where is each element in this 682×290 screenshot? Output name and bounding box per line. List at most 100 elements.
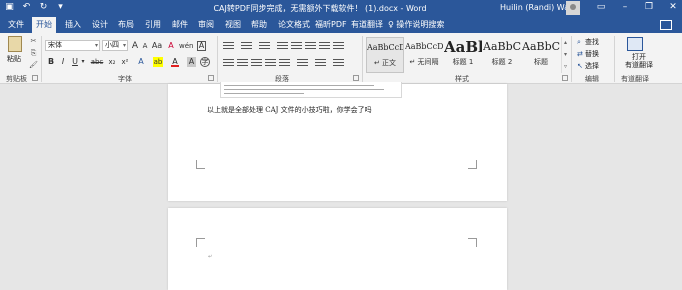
restore-icon[interactable]: ❐ (644, 2, 654, 13)
customize-qat-icon[interactable]: ▾ (55, 2, 66, 13)
tab-insert[interactable]: 插入 (61, 17, 85, 33)
align-left-icon[interactable] (223, 57, 234, 66)
tab-file[interactable]: 文件 (4, 17, 28, 33)
underline-button[interactable]: U (71, 57, 79, 67)
document-title: CAJ转PDF同步完成，无需额外下载软件！ (1).docx - Word (213, 4, 427, 13)
tab-thesis-format[interactable]: 论文格式 (274, 17, 314, 33)
superscript-button[interactable]: x² (120, 57, 130, 67)
find-button[interactable]: ⌕ 查找 (577, 37, 599, 47)
select-button[interactable]: ↖ 选择 (577, 61, 599, 71)
styles-gallery-scroll[interactable]: ▴ ▾ ▿ (561, 37, 569, 73)
chinese-layout-icon[interactable] (305, 40, 316, 49)
group-label-clipboard: 剪贴板 (6, 75, 27, 83)
format-painter-icon[interactable]: 🖌 (29, 61, 38, 69)
style-heading-1[interactable]: AaBl 标题 1 (444, 37, 482, 73)
text-effects-button[interactable]: A (137, 57, 145, 67)
paste-label[interactable]: 粘贴 (7, 54, 21, 64)
style-normal[interactable]: AaBbCcDc ↵ 正文 (366, 37, 404, 73)
document-page[interactable]: ↵ (168, 208, 507, 290)
replace-button[interactable]: ⇄ 替换 (577, 49, 599, 59)
phonetic-guide-button[interactable]: wén (179, 41, 193, 51)
tab-mailings[interactable]: 邮件 (168, 17, 192, 33)
increase-indent-icon[interactable] (291, 40, 302, 49)
style-sample: AaBbCcDc (367, 43, 403, 52)
align-center-icon[interactable] (237, 57, 248, 66)
embedded-image[interactable] (220, 82, 402, 98)
character-border-button[interactable]: A (197, 41, 206, 51)
group-separator (41, 36, 42, 82)
tell-me-search[interactable]: ♀ 操作说明搜索 (388, 17, 444, 33)
avatar[interactable] (566, 1, 580, 15)
style-no-spacing[interactable]: AaBbCcDc ↵ 无间隔 (405, 37, 443, 73)
chevron-down-icon[interactable]: ▾ (80, 57, 86, 67)
image-text-line (224, 89, 384, 90)
italic-button[interactable]: I (59, 57, 67, 67)
tab-references[interactable]: 引用 (141, 17, 165, 33)
tab-foxit-pdf[interactable]: 福昕PDF (311, 17, 351, 33)
document-page[interactable]: 以上就是全部处理 CAJ 文件的小技巧啦，你学会了吗 (168, 82, 507, 201)
character-shading-button[interactable]: A (187, 57, 196, 67)
tab-home[interactable]: 开始 (32, 17, 56, 33)
change-case-button[interactable]: Aa (151, 41, 163, 51)
style-heading-2[interactable]: AaBbC 标题 2 (483, 37, 521, 73)
document-canvas[interactable]: 以上就是全部处理 CAJ 文件的小技巧啦，你学会了吗 ↵ (0, 82, 682, 290)
sort-icon[interactable] (319, 40, 330, 49)
line-spacing-icon[interactable] (297, 57, 308, 66)
show-marks-icon[interactable] (333, 40, 344, 49)
style-name: 标题 1 (452, 58, 474, 66)
style-sample: AaBbCcDc (405, 42, 443, 51)
shading-icon[interactable] (315, 57, 326, 66)
crop-mark (196, 160, 205, 169)
shrink-font-button[interactable]: A (141, 41, 149, 51)
tab-youdao-translate[interactable]: 有道翻译 (347, 17, 387, 33)
youdao-translate-icon[interactable] (627, 37, 643, 51)
open-youdao-translate-button[interactable]: 打开 有道翻译 (625, 53, 653, 69)
subscript-button[interactable]: x₂ (107, 57, 117, 67)
crop-mark (196, 238, 205, 247)
redo-icon[interactable]: ↻ (38, 2, 49, 13)
minimize-icon[interactable]: – (620, 2, 630, 13)
grow-font-button[interactable]: A (131, 41, 139, 51)
highlight-button[interactable]: ab (153, 57, 163, 67)
font-launcher[interactable] (208, 75, 214, 81)
undo-icon[interactable]: ↶ (21, 2, 32, 13)
ribbon-display-options-icon[interactable]: ▭ (596, 2, 606, 13)
numbering-icon[interactable] (241, 40, 252, 49)
distributed-icon[interactable] (279, 57, 290, 66)
lightbulb-icon: ♀ (388, 20, 394, 29)
paragraph-launcher[interactable] (353, 75, 359, 81)
borders-icon[interactable] (333, 57, 344, 66)
styles-launcher[interactable] (562, 75, 568, 81)
tab-view[interactable]: 视图 (221, 17, 245, 33)
save-icon[interactable]: ▣ (4, 2, 15, 13)
crop-mark (468, 238, 477, 247)
justify-icon[interactable] (265, 57, 276, 66)
group-label-youdao: 有道翻译 (621, 75, 649, 83)
close-icon[interactable]: ✕ (668, 2, 678, 13)
bold-button[interactable]: B (47, 57, 55, 67)
multilevel-list-icon[interactable] (259, 40, 270, 49)
tab-design[interactable]: 设计 (88, 17, 112, 33)
bullets-icon[interactable] (223, 40, 234, 49)
enclose-characters-button[interactable]: 字 (200, 57, 210, 67)
font-size-combo[interactable]: 小四 ▾ (102, 40, 128, 51)
chevron-down-icon: ▾ (94, 42, 98, 49)
decrease-indent-icon[interactable] (277, 40, 288, 49)
copy-icon[interactable]: ⎘ (29, 49, 38, 57)
clipboard-launcher[interactable] (32, 75, 38, 81)
tab-layout[interactable]: 布局 (114, 17, 138, 33)
strikethrough-button[interactable]: abc (90, 57, 104, 67)
tab-help[interactable]: 帮助 (247, 17, 271, 33)
replace-icon: ⇄ (577, 50, 583, 58)
share-icon[interactable] (660, 20, 672, 30)
tab-review[interactable]: 审阅 (194, 17, 218, 33)
document-text[interactable]: 以上就是全部处理 CAJ 文件的小技巧啦，你学会了吗 (207, 105, 372, 115)
align-right-icon[interactable] (251, 57, 262, 66)
clear-formatting-button[interactable]: A (167, 41, 175, 51)
chevron-down-icon: ▾ (122, 42, 126, 49)
style-title[interactable]: AaBbC 标题 (522, 37, 560, 73)
font-name-combo[interactable]: 宋体 ▾ (45, 40, 100, 51)
cut-icon[interactable]: ✂ (29, 37, 38, 45)
paste-button[interactable] (8, 36, 22, 52)
font-color-button[interactable]: A (171, 57, 179, 67)
